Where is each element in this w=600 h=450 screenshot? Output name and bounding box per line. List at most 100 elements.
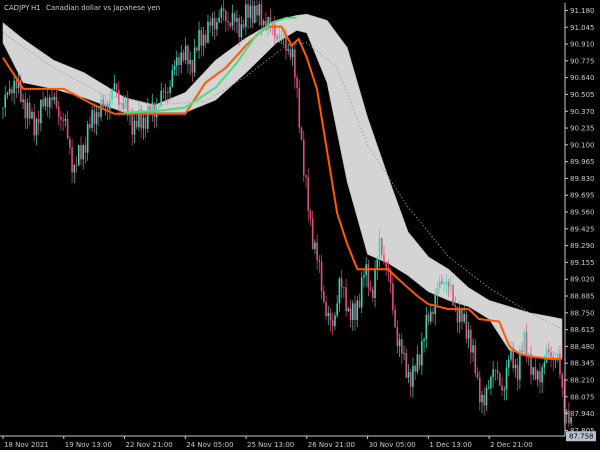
y-tick-label: 89.830	[570, 175, 595, 183]
candle-body	[191, 59, 194, 73]
candle-body	[400, 339, 403, 354]
candle-body	[209, 21, 211, 26]
candle-body	[196, 47, 198, 51]
candle-body	[461, 308, 463, 322]
candle-body	[454, 305, 457, 307]
candle-body	[418, 354, 421, 366]
candle-body	[175, 57, 178, 66]
candle-body	[26, 102, 29, 119]
candle-body	[207, 21, 209, 43]
timeframe-label: H1	[31, 4, 41, 12]
candle-body	[142, 117, 145, 129]
candle-body	[153, 102, 156, 118]
current-price-tag: 87.758	[566, 431, 596, 442]
candle-body	[55, 96, 58, 107]
candle-body	[438, 281, 441, 288]
candle-body	[363, 275, 365, 278]
candle-body	[113, 83, 116, 90]
y-tick-label: 88.480	[570, 343, 595, 351]
candle-body	[416, 354, 419, 372]
candle-body	[478, 377, 481, 403]
candle-body	[412, 365, 414, 387]
candle-body	[523, 332, 526, 353]
candle-body	[307, 177, 310, 211]
candle-body	[164, 91, 167, 93]
candle-body	[481, 394, 483, 403]
y-tick-label: 88.075	[570, 393, 595, 401]
candle-body	[503, 389, 506, 391]
candle-body	[147, 106, 149, 129]
candle-body	[550, 352, 552, 357]
candle-body	[414, 365, 416, 372]
candle-body	[258, 4, 261, 16]
x-tick-label: 2 Dec 21:00	[490, 441, 533, 449]
candle-body	[336, 303, 338, 316]
y-tick-label: 90.640	[570, 74, 595, 82]
candle-body	[220, 8, 223, 18]
candle-body	[539, 371, 541, 383]
candle-body	[204, 34, 207, 43]
candle-body	[253, 5, 256, 23]
candle-body	[66, 118, 69, 139]
candle-body	[378, 237, 381, 258]
candle-body	[494, 369, 497, 371]
candle-body	[287, 49, 289, 51]
candle-body	[421, 341, 423, 366]
candle-body	[75, 165, 78, 166]
y-tick-label: 89.020	[570, 276, 595, 284]
candle-body	[516, 364, 519, 380]
candle-body	[376, 257, 379, 269]
candle-body	[91, 110, 93, 128]
candle-body	[82, 145, 85, 160]
candle-body	[423, 338, 425, 342]
candle-body	[487, 388, 490, 389]
candle-body	[392, 283, 394, 310]
candle-body	[405, 352, 408, 378]
chart-window[interactable]: 91.180 91.045 90.910 90.775 90.640 90.505 90.3…	[0, 0, 600, 450]
candle-body	[429, 311, 432, 322]
candle-body	[80, 145, 82, 160]
y-tick-label: 90.505	[570, 91, 595, 99]
candle-body	[169, 86, 171, 93]
candle-body	[24, 99, 27, 119]
y-tick-label: 87.940	[570, 410, 595, 418]
candle-body	[89, 124, 91, 128]
candle-body	[222, 8, 225, 11]
candle-body	[507, 359, 510, 368]
candle-body	[318, 259, 321, 262]
candle-body	[354, 303, 356, 321]
candle-body	[476, 373, 479, 378]
candle-body	[200, 29, 203, 46]
candle-body	[291, 49, 294, 58]
candle-body	[501, 385, 503, 391]
candle-body	[302, 139, 305, 176]
candle-body	[360, 277, 363, 308]
candle-body	[8, 88, 11, 93]
candle-body	[135, 120, 138, 128]
chart-header: CADJPY H1 Canadian dollar vs Japanese ye…	[4, 4, 160, 12]
candle-body	[561, 374, 564, 388]
candle-body	[343, 287, 345, 288]
candle-body	[282, 34, 285, 36]
candle-body	[441, 281, 443, 284]
candle-body	[559, 353, 561, 375]
candle-body	[345, 287, 347, 312]
price-chart[interactable]: 91.180 91.045 90.910 90.775 90.640 90.505 90.3…	[0, 0, 600, 450]
candle-body	[231, 13, 234, 26]
candle-body	[472, 345, 474, 353]
candle-body	[289, 49, 292, 58]
candle-body	[171, 70, 174, 87]
candle-body	[474, 345, 477, 374]
candle-body	[334, 315, 336, 327]
candle-body	[325, 301, 327, 317]
candle-body	[120, 103, 122, 105]
y-tick-label: 88.750	[570, 309, 595, 317]
y-tick-label: 90.910	[570, 41, 595, 49]
candle-body	[409, 371, 412, 387]
candle-body	[77, 145, 80, 166]
candle-body	[236, 18, 238, 22]
candle-body	[505, 367, 508, 390]
candle-body	[84, 145, 87, 153]
candle-body	[62, 119, 64, 121]
candle-body	[349, 308, 352, 321]
